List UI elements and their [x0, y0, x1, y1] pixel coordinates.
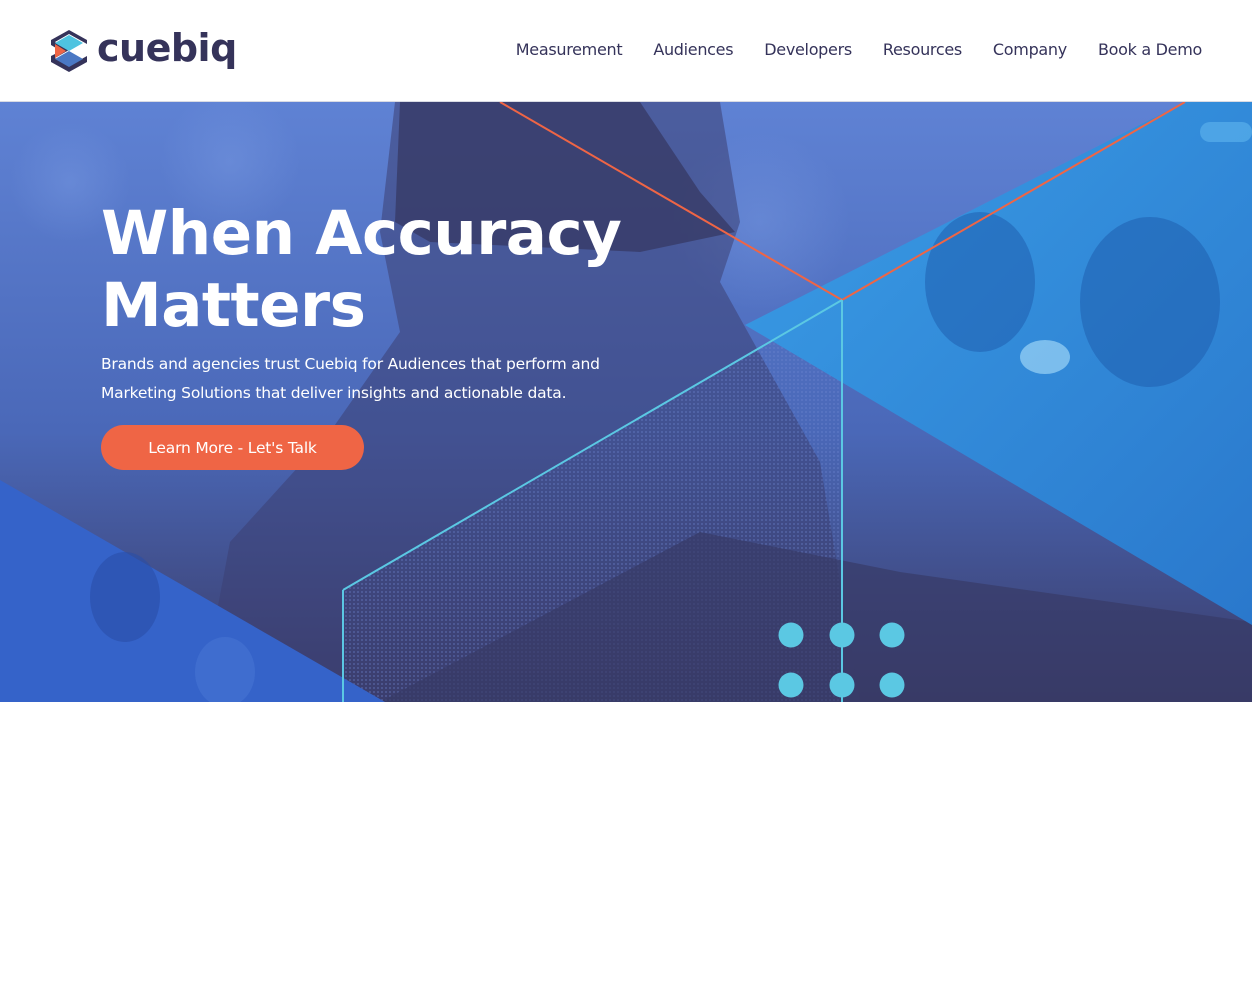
dot — [778, 622, 804, 648]
nav-item-resources[interactable]: Resources — [883, 38, 962, 62]
dot — [879, 622, 905, 648]
dot — [829, 672, 855, 698]
nav-item-measurement[interactable]: Measurement — [516, 38, 623, 62]
learn-more-button[interactable]: Learn More - Let's Talk — [101, 425, 364, 470]
hero-section: When Accuracy Matters Brands and agencie… — [0, 102, 1252, 702]
site-header: cuebiq Measurement Audiences Developers … — [0, 0, 1252, 102]
logo-wordmark: cuebiq — [97, 26, 237, 70]
nav-item-developers[interactable]: Developers — [764, 38, 852, 62]
hero-title: When Accuracy Matters — [101, 198, 661, 342]
dot — [829, 622, 855, 648]
person-silhouette — [1080, 217, 1220, 387]
cuebiq-hexagon-logo-icon — [51, 30, 87, 72]
dot — [879, 672, 905, 698]
person-silhouette — [925, 212, 1035, 352]
hero-title-line-2: Matters — [101, 270, 366, 341]
nav-item-audiences[interactable]: Audiences — [653, 38, 733, 62]
hero-subtitle: Brands and agencies trust Cuebiq for Aud… — [101, 350, 621, 408]
hero-title-line-1: When Accuracy — [101, 198, 622, 269]
main-nav: Measurement Audiences Developers Resourc… — [485, 38, 1203, 62]
hero-subtitle-line-1: Brands and agencies trust Cuebiq for Aud… — [101, 355, 600, 373]
coffee-cup — [1020, 340, 1070, 374]
dot — [778, 672, 804, 698]
person-silhouette — [90, 552, 160, 642]
hero-subtitle-line-2: Marketing Solutions that deliver insight… — [101, 384, 567, 402]
logo-link[interactable]: cuebiq — [49, 26, 237, 73]
nav-item-company[interactable]: Company — [993, 38, 1067, 62]
nav-item-book-a-demo[interactable]: Book a Demo — [1098, 38, 1202, 62]
lamp-highlight — [1200, 122, 1252, 142]
